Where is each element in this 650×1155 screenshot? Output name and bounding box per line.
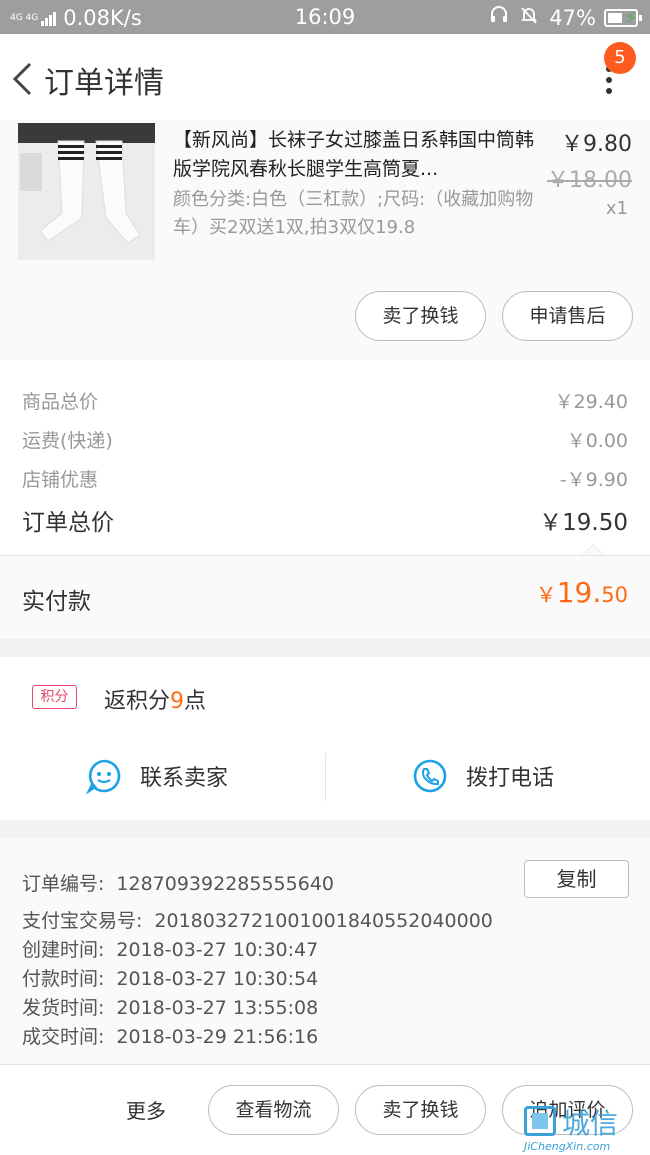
paid-time-row: 付款时间: 2018-03-27 10:30:54 [22,964,318,991]
points-and-contact: 积分 返积分9点 联系卖家 拨打电话 [0,657,650,820]
alipay-trade-row: 支付宝交易号: 2018032721001001840552040000 [22,906,493,933]
status-bar: 4G 4G 0.08K/s 16:09 47% ⚡ [0,0,650,34]
watermark-en: JiChengXin.com [524,1140,611,1153]
paid-label: 实付款 [22,589,91,615]
copy-button[interactable]: 复制 [524,860,629,898]
call-phone-button[interactable]: 拨打电话 [412,743,554,809]
product-quantity: x1 [605,198,628,219]
page-title: 订单详情 [44,66,164,101]
watermark-icon [524,1106,556,1136]
product-sku: 颜色分类:白色（三杠款）;尺码:（收藏加购物车）买2双送1双,拍3双仅19.8 [173,189,534,238]
contact-seller-button[interactable]: 联系卖家 [86,743,228,809]
more-link[interactable]: 更多 [126,1095,166,1124]
battery-icon: ⚡ [604,8,642,27]
points-tag: 积分 [32,685,77,709]
order-total-row: 订单总价 ￥19.50 [22,503,628,537]
points-value: 9 [170,689,185,714]
resell-button[interactable]: 卖了换钱 [355,291,486,341]
created-time-row: 创建时间: 2018-03-27 10:30:47 [22,935,318,962]
paid-currency: ￥ [535,583,557,607]
summary-label: 商品总价 [22,391,99,413]
divider [325,753,326,801]
info-value: 2018032721001001840552040000 [154,910,493,932]
order-total-label: 订单总价 [22,510,114,536]
points-prefix: 返积分 [104,689,171,714]
headset-icon [489,5,509,30]
info-label: 支付宝交易号: [22,910,143,932]
battery-percent: 47% [549,5,596,30]
completed-time-row: 成交时间: 2018-03-29 21:56:16 [22,1022,318,1049]
back-arrow-icon[interactable] [10,62,36,96]
info-label: 发货时间: [22,997,105,1019]
paid-amount: ￥19.50 [536,576,628,609]
phone-icon [413,759,447,793]
info-value: 2018-03-27 13:55:08 [116,997,319,1019]
after-sale-button[interactable]: 申请售后 [502,291,633,341]
points-suffix: 点 [184,689,207,714]
watermark-cn: 城信 [562,1107,619,1140]
info-value: 2018-03-27 10:30:54 [116,968,319,990]
summary-label: 运费(快递) [22,430,113,452]
order-total-value: ￥19.50 [539,510,628,536]
info-value: 128709392285555640 [116,873,334,895]
order-info: 订单编号: 128709392285555640 复制 支付宝交易号: 201803… [0,838,650,1064]
info-value: 2018-03-27 10:30:47 [116,939,319,961]
info-label: 订单编号: [22,873,105,895]
contact-seller-label: 联系卖家 [140,766,229,791]
product-original-price: ￥18.00 [547,168,632,193]
notification-badge: 5 [604,42,636,74]
view-logistics-button[interactable]: 查看物流 [208,1085,339,1135]
mute-bell-icon [519,5,539,30]
summary-value: ￥0.00 [566,430,628,452]
summary-row: 店铺优惠 -￥9.90 [22,465,628,492]
product-thumbnail[interactable] [18,123,155,260]
paid-integer: 19. [556,576,602,609]
summary-value: ￥29.40 [554,391,628,413]
info-label: 付款时间: [22,968,105,990]
product-title[interactable]: 【新风尚】长袜子女过膝盖日系韩国中筒韩版学院风春秋长腿学生高筒夏... [173,126,541,184]
header: 订单详情 5 [0,34,650,120]
product-price: ￥9.80 [561,132,632,157]
points-reward: 返积分9点 [104,683,206,715]
chat-bubble-icon [86,759,121,794]
summary-value: -￥9.90 [559,469,628,491]
shipped-time-row: 发货时间: 2018-03-27 13:55:08 [22,993,318,1020]
summary-row: 运费(快递) ￥0.00 [22,426,628,453]
paid-amount-row: 实付款 ￥19.50 [0,544,650,639]
info-label: 成交时间: [22,1026,105,1048]
order-number-row: 订单编号: 128709392285555640 [22,869,334,896]
price-summary: 商品总价 ￥29.40 运费(快递) ￥0.00 店铺优惠 -￥9.90 订单总… [0,360,650,555]
watermark-logo: 城信 JiChengXin.com [524,1100,642,1153]
info-label: 创建时间: [22,939,105,961]
paid-decimal: 50 [601,583,628,607]
info-value: 2018-03-29 21:56:16 [116,1026,319,1048]
summary-row: 商品总价 ￥29.40 [22,387,628,414]
caret-up-icon [582,544,604,555]
product-card[interactable]: 【新风尚】长袜子女过膝盖日系韩国中筒韩版学院风春秋长腿学生高筒夏... 颜色分类… [0,120,650,360]
resell-button-bottom[interactable]: 卖了换钱 [355,1085,486,1135]
call-phone-label: 拨打电话 [466,766,555,791]
summary-label: 店铺优惠 [22,469,99,491]
